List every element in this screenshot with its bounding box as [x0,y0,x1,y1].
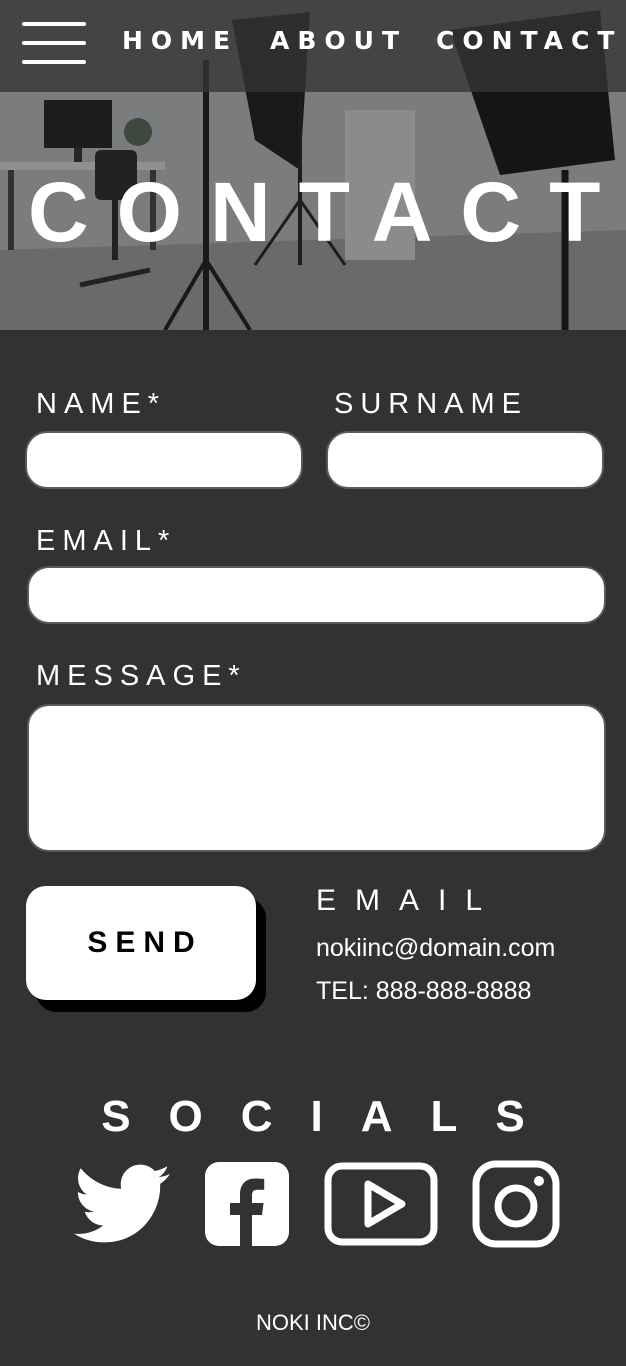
facebook-icon[interactable] [205,1162,289,1246]
surname-input[interactable] [326,431,604,489]
socials-heading: SOCIALS [101,1092,563,1141]
message-textarea[interactable] [27,704,606,852]
top-navbar: HOME ABOUT CONTACT [0,0,626,92]
page-title: CONTACT [28,165,626,259]
email-input[interactable] [27,566,606,624]
hamburger-menu-icon[interactable] [22,22,86,66]
email-label: EMAIL* [36,525,177,557]
contact-phone: TEL: 888-888-8888 [316,977,532,1005]
hero-banner: HOME ABOUT CONTACT CONTACT [0,0,626,330]
name-input[interactable] [25,431,303,489]
send-button[interactable]: SEND [26,886,256,1000]
name-label: NAME* [36,388,167,420]
message-label: MESSAGE* [36,660,247,692]
surname-label: SURNAME [334,388,529,420]
twitter-icon[interactable] [74,1164,172,1246]
footer-copyright: NOKI INC© [256,1310,370,1335]
nav-home-link[interactable]: HOME [122,26,238,55]
nav-about-link[interactable]: ABOUT [270,26,407,55]
nav-contact-link[interactable]: CONTACT [436,26,622,55]
instagram-icon[interactable] [472,1160,560,1248]
contact-email: nokiinc@domain.com [316,934,556,962]
contact-info-heading: EMAIL [316,884,502,917]
youtube-icon[interactable] [324,1162,438,1246]
